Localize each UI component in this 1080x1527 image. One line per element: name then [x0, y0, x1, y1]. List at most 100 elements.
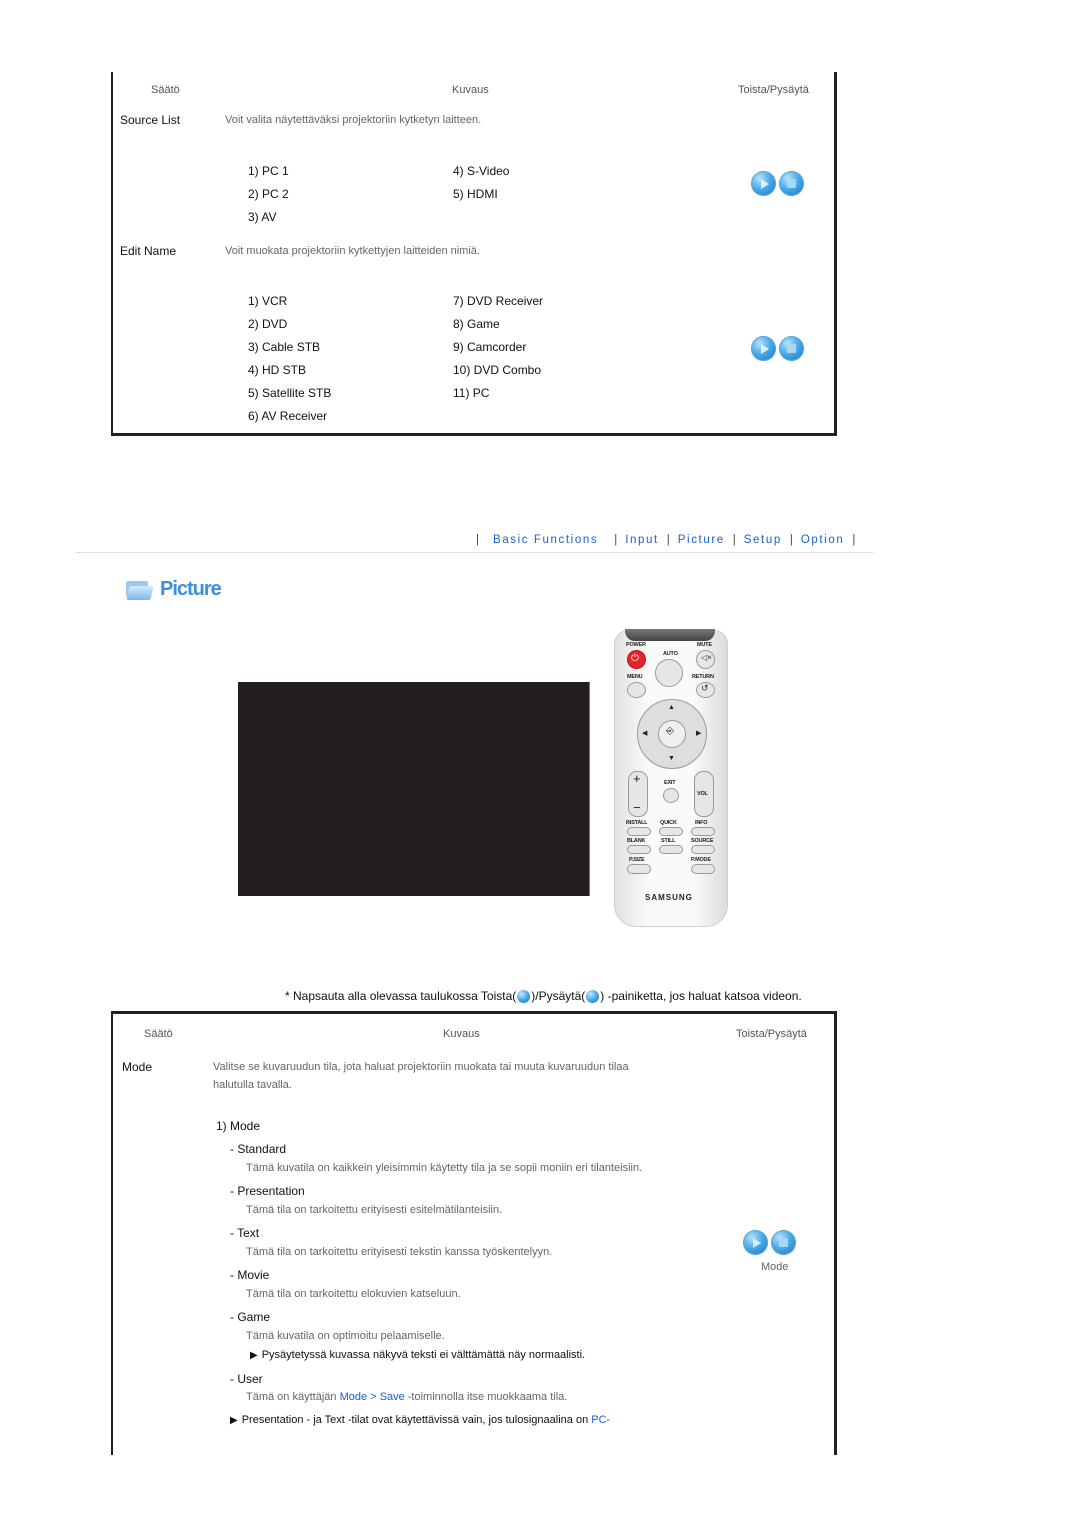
list-item: 3) AV [248, 210, 277, 224]
list-item: 11) PC [453, 386, 490, 400]
still-button[interactable] [659, 845, 683, 854]
mode-desc-presentation: Tämä tila on tarkoitettu erityisesti esi… [246, 1204, 503, 1216]
list-item: 5) HDMI [453, 187, 498, 201]
menu-button[interactable] [627, 682, 646, 698]
nav-separator: | [666, 534, 670, 546]
divider [76, 552, 874, 553]
mode-name-standard: - Standard [230, 1142, 287, 1156]
mode-name-game: - Game [230, 1310, 271, 1324]
auto-button[interactable] [655, 659, 683, 687]
list-item: 4) S-Video [453, 164, 510, 178]
remote-label-info: INFO [695, 820, 708, 826]
footer-note-text: Presentation - ja Text -tilat ovat käyte… [241, 1414, 592, 1426]
mode-name-user: - User [230, 1372, 263, 1386]
quick-button[interactable] [659, 827, 683, 836]
mode-desc-game: Tämä kuvatila on optimoitu pelaamiselle. [246, 1330, 445, 1342]
remote-control-image: POWER MUTE ⏻ ◁× AUTO MENU RETURN ↺ ▲ ▼ ◀… [614, 629, 728, 927]
nav-basic-functions[interactable]: Basic Functions [493, 534, 598, 546]
nav-separator: | [789, 534, 793, 546]
nav-option[interactable]: Option [801, 534, 844, 546]
game-note-text: Pysäytetyssä kuvassa näkyvä teksti ei vä… [261, 1349, 586, 1361]
mute-button[interactable]: ◁× [696, 650, 715, 669]
pc-link[interactable]: PC- [591, 1414, 610, 1426]
list-item: 5) Satellite STB [248, 386, 332, 400]
install-button[interactable] [627, 827, 651, 836]
ir-window [625, 629, 715, 641]
play-icon [760, 343, 769, 354]
mode-desc-user: Tämä on käyttäjän Mode > Save -toiminnol… [246, 1391, 567, 1403]
stop-button[interactable] [779, 171, 804, 196]
list-item: 4) HD STB [248, 363, 307, 377]
list-item: 1) PC 1 [248, 164, 289, 178]
blank-button[interactable] [627, 845, 651, 854]
exit-button[interactable] [663, 788, 679, 803]
nav-separator: | [614, 534, 618, 546]
list-item: 9) Camcorder [453, 340, 527, 354]
source-table: Säätö Kuvaus Toista/Pysäytä Source List … [111, 72, 837, 436]
arrow-left-icon: ◀ [642, 730, 648, 737]
source-button[interactable] [691, 845, 715, 854]
list-item: 2) PC 2 [248, 187, 289, 201]
play-button[interactable] [751, 336, 776, 361]
dpad[interactable]: ▲ ▼ ◀ ▶ ⎆ [637, 699, 707, 769]
footer-note: ▶ Presentation - ja Text -tilat ovat käyt… [230, 1414, 610, 1426]
row-label-edit-name: Edit Name [120, 244, 177, 258]
list-item: 10) DVD Combo [453, 363, 542, 377]
source-list-controls [751, 171, 804, 196]
remote-label-source: SOURCE [691, 838, 714, 844]
header-description: Kuvaus [452, 84, 489, 96]
triangle-bullet-icon: ▶ [250, 1350, 258, 1361]
pmode-button[interactable] [691, 864, 715, 874]
stop-icon [787, 344, 796, 353]
remote-label-pmode: P.MODE [691, 857, 711, 863]
section-nav: | Basic Functions | Input | Picture | Se… [468, 534, 863, 546]
mode-name-presentation: - Presentation [230, 1184, 305, 1198]
info-button[interactable] [691, 827, 715, 836]
mode-button-caption: Mode [761, 1261, 789, 1273]
enter-button[interactable]: ⎆ [658, 720, 686, 748]
list-item: 7) DVD Receiver [453, 294, 544, 308]
mode-name-text: - Text [230, 1226, 260, 1240]
row-description-source-list: Voit valita näytettäväksi projektoriin k… [225, 114, 482, 126]
nav-picture[interactable]: Picture [678, 534, 725, 546]
keystone-rocker[interactable]: + − [628, 771, 648, 817]
remote-label-install: INSTALL [626, 820, 648, 826]
psize-button[interactable] [627, 864, 651, 874]
remote-label-return: RETURN [692, 674, 714, 680]
remote-label-menu: MENU [627, 674, 643, 680]
mode-save-link[interactable]: Mode > Save [340, 1391, 405, 1403]
mode-name-movie: - Movie [230, 1268, 270, 1282]
minus-icon: − [633, 800, 641, 815]
note-suffix: ) -painiketta, jos haluat katsoa videon. [600, 989, 802, 1003]
return-button[interactable]: ↺ [696, 682, 715, 698]
power-button[interactable]: ⏻ [627, 650, 646, 669]
list-item: 2) DVD [248, 317, 288, 331]
stop-button[interactable] [779, 336, 804, 361]
row-label-source-list: Source List [120, 113, 181, 127]
stop-icon [787, 179, 796, 188]
mode-subheading: 1) Mode [216, 1119, 261, 1133]
plus-icon: + [633, 771, 641, 786]
play-button[interactable] [751, 171, 776, 196]
remote-label-blank: BLANK [627, 838, 646, 844]
power-icon: ⏻ [631, 653, 639, 664]
remote-label-psize: P.SIZE [629, 857, 645, 863]
play-icon [517, 989, 531, 1003]
triangle-bullet-icon: ▶ [230, 1415, 238, 1426]
stop-button[interactable] [771, 1230, 796, 1255]
remote-label-auto: AUTO [663, 651, 678, 657]
mode-description-line1: Valitse se kuvaruudun tila, jota haluat … [213, 1061, 629, 1073]
remote-label-power: POWER [626, 642, 646, 648]
play-icon [752, 1237, 761, 1248]
remote-label-vol: VOL [697, 791, 708, 797]
mode-controls [743, 1230, 796, 1255]
volume-rocker[interactable]: VOL [694, 771, 714, 817]
edit-name-controls [751, 336, 804, 361]
nav-input[interactable]: Input [625, 534, 659, 546]
video-player[interactable] [238, 682, 590, 896]
play-button[interactable] [743, 1230, 768, 1255]
page-title: Picture [160, 578, 222, 600]
nav-setup[interactable]: Setup [744, 534, 782, 546]
stop-icon [586, 989, 600, 1003]
header-control: Säätö [151, 84, 180, 96]
